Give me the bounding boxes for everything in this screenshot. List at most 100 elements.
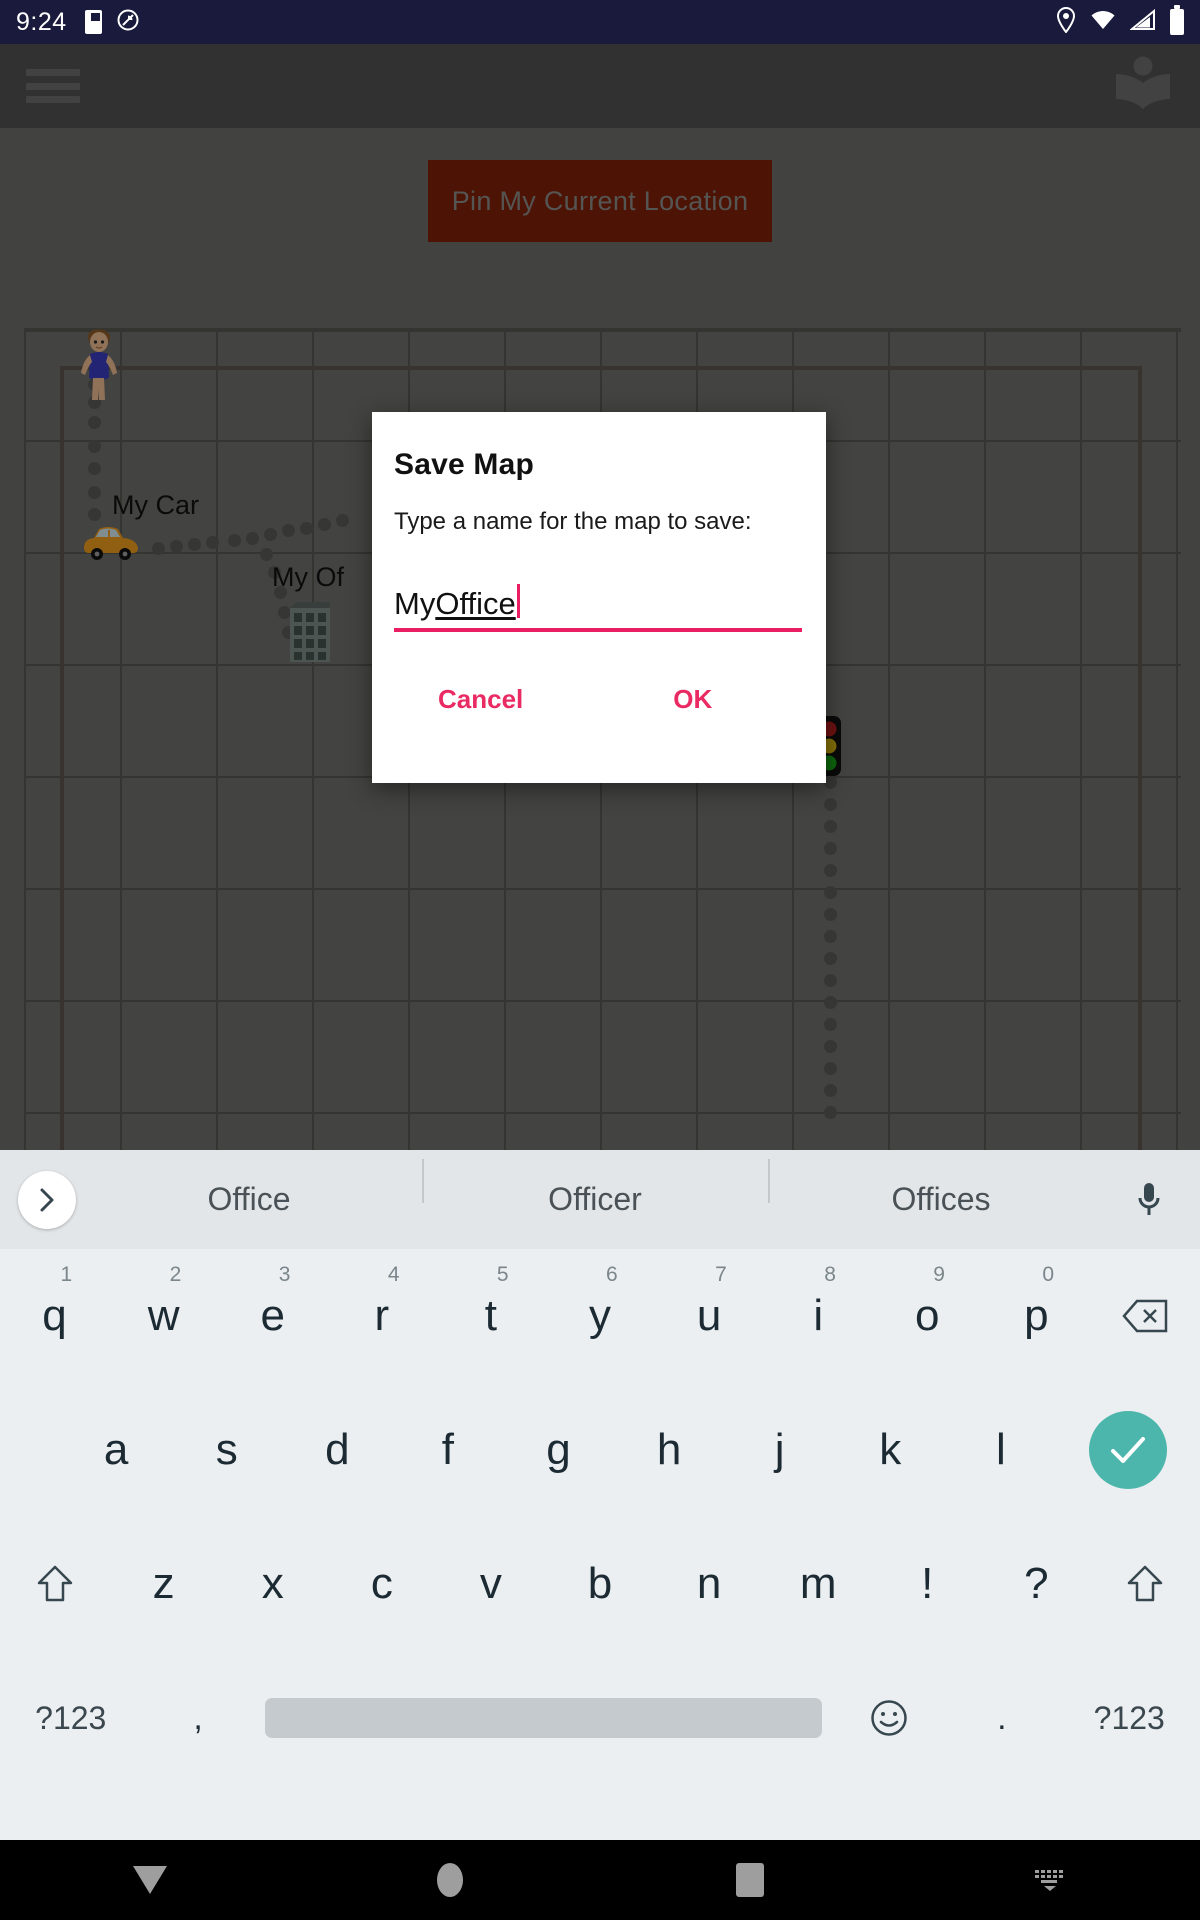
shift-icon-right[interactable] [1091,1517,1200,1651]
key-c[interactable]: c [327,1517,436,1651]
key-o-label: o [915,1291,940,1340]
keyboard-row-1: 1q 2w 3e 4r 5t 6y 7u 8i 9o 0p [0,1249,1200,1383]
key-i[interactable]: 8i [764,1249,873,1383]
key-y[interactable]: 6y [545,1249,654,1383]
wifi-icon [1090,9,1116,36]
key-period[interactable]: . [945,1651,1058,1785]
dialog-title: Save Map [394,448,534,481]
key-y-number: 6 [606,1263,618,1286]
key-r-label: r [374,1291,390,1340]
key-e[interactable]: 3e [218,1249,327,1383]
sd-card-icon [84,10,102,34]
nav-home-circle-icon[interactable] [300,1863,600,1897]
nav-back-triangle-icon[interactable] [0,1866,300,1894]
cell-signal-icon [1129,8,1156,36]
phone-screen: 9:24 Pin My Current Location My Car My O… [0,0,1200,1920]
key-f[interactable]: f [393,1383,504,1517]
key-x[interactable]: x [218,1517,327,1651]
key-w[interactable]: 2w [109,1249,218,1383]
status-bar-right-icons [1056,5,1184,38]
map-name-input-value: My [394,586,436,621]
check-enter-icon [1089,1411,1168,1489]
key-p[interactable]: 0p [982,1249,1091,1383]
key-e-label: e [260,1291,285,1340]
key-y-label: y [589,1291,612,1340]
key-b[interactable]: b [545,1517,654,1651]
keyboard-row-2: a s d f g h j k l [0,1383,1200,1517]
key-n[interactable]: n [655,1517,764,1651]
key-w-label: w [147,1291,180,1340]
key-r-number: 4 [387,1263,400,1286]
suggestion-item[interactable]: Officer [422,1159,768,1218]
suggestion-list: Office Officer Offices [76,1159,1114,1218]
key-t[interactable]: 5t [436,1249,545,1383]
key-i-label: i [813,1291,824,1340]
navigation-bar [0,1840,1200,1920]
shift-icon-left[interactable] [0,1517,109,1651]
key-q[interactable]: 1q [0,1249,109,1383]
space-bar [264,1698,823,1738]
key-h[interactable]: h [614,1383,725,1517]
key-w-number: 2 [169,1263,182,1286]
ringer-off-icon [116,8,140,37]
input-underline [394,628,802,632]
row2-left-spacer [0,1383,61,1517]
status-bar-clock: 9:24 [16,7,67,36]
status-bar: 9:24 [0,0,1200,44]
key-t-label: t [484,1291,498,1340]
key-r[interactable]: 4r [327,1249,436,1383]
hide-keyboard-icon[interactable] [900,1868,1200,1892]
dialog-message: Type a name for the map to save: [394,508,752,535]
ok-button[interactable]: OK [673,684,712,715]
key-u[interactable]: 7u [655,1249,764,1383]
key-question[interactable]: ? [982,1517,1091,1651]
nav-recents-square-icon[interactable] [600,1863,900,1897]
text-caret [516,584,520,618]
suggestion-strip: Office Officer Offices [0,1150,1200,1249]
key-q-number: 1 [60,1263,73,1286]
key-p-label: p [1024,1291,1049,1340]
key-i-number: 8 [824,1263,836,1286]
key-p-number: 0 [1042,1263,1055,1286]
suggestion-item[interactable]: Office [76,1181,422,1218]
key-d[interactable]: d [282,1383,393,1517]
key-o[interactable]: 9o [873,1249,982,1383]
save-map-dialog: Save Map Type a name for the map to save… [372,412,826,783]
key-q-label: q [42,1291,67,1340]
backspace-icon[interactable] [1091,1249,1200,1383]
key-o-number: 9 [933,1263,945,1286]
key-j[interactable]: j [724,1383,835,1517]
key-exclamation[interactable]: ! [873,1517,982,1651]
key-z[interactable]: z [109,1517,218,1651]
emoji-smiley-icon[interactable] [832,1651,945,1785]
enter-key[interactable] [1056,1383,1200,1517]
key-g[interactable]: g [503,1383,614,1517]
map-name-input-composing: Office [435,586,516,621]
microphone-icon[interactable] [1114,1181,1184,1219]
space-key[interactable] [255,1651,832,1785]
suggestion-item[interactable]: Offices [768,1159,1114,1218]
battery-icon [1170,5,1184,35]
key-u-label: u [696,1291,722,1340]
location-pin-icon [1056,6,1076,38]
keyboard-row-4: ?123 , . ?123 [0,1651,1200,1785]
symbols-key-right[interactable]: ?123 [1058,1651,1200,1785]
chevron-right-icon[interactable] [18,1170,76,1229]
key-t-number: 5 [496,1263,509,1286]
key-a[interactable]: a [61,1383,172,1517]
soft-keyboard: Office Officer Offices 1q 2w 3e 4r 5t 6y… [0,1150,1200,1840]
key-v[interactable]: v [436,1517,545,1651]
key-comma[interactable]: , [142,1651,255,1785]
dialog-actions: Cancel OK [372,684,826,715]
key-l[interactable]: l [946,1383,1057,1517]
cancel-button[interactable]: Cancel [438,684,523,715]
key-e-number: 3 [278,1263,291,1286]
symbols-key-left[interactable]: ?123 [0,1651,142,1785]
key-k[interactable]: k [835,1383,946,1517]
keyboard-row-3: z x c v b n m ! ? [0,1517,1200,1651]
key-u-number: 7 [715,1263,727,1286]
key-s[interactable]: s [171,1383,282,1517]
map-name-input[interactable]: My Office [394,580,802,632]
status-bar-left-icons [84,8,140,37]
key-m[interactable]: m [764,1517,873,1651]
